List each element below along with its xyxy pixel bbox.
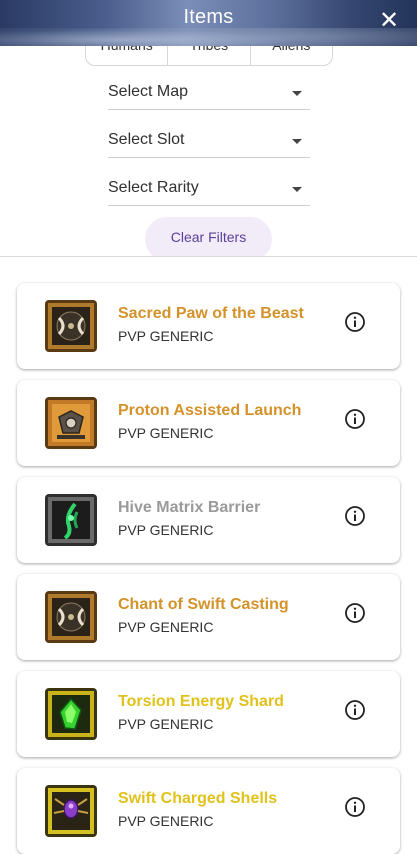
faction-tabs: Humans Tribes Aliens [85, 46, 333, 66]
filter-panel: Humans Tribes Aliens Select Map Select S… [0, 46, 417, 257]
dropdown-caret-icon [292, 187, 302, 192]
item-category: PVP GENERIC [118, 328, 214, 344]
tab-humans[interactable]: Humans [86, 46, 169, 65]
item-name: Chant of Swift Casting [118, 596, 289, 613]
list-item[interactable]: Torsion Energy Shard PVP GENERIC [17, 671, 400, 757]
info-icon[interactable] [344, 311, 366, 333]
item-category: PVP GENERIC [118, 425, 214, 441]
list-item[interactable]: Hive Matrix Barrier PVP GENERIC [17, 477, 400, 563]
cannon-icon [45, 397, 97, 449]
info-icon[interactable] [344, 505, 366, 527]
select-slot-label: Select Slot [108, 131, 185, 148]
close-button[interactable]: ✕ [375, 7, 403, 35]
dropdown-caret-icon [292, 91, 302, 96]
paw-crest-icon [45, 300, 97, 352]
item-name: Proton Assisted Launch [118, 402, 302, 419]
select-rarity-label: Select Rarity [108, 179, 199, 196]
list-item[interactable]: Swift Charged Shells PVP GENERIC [17, 768, 400, 854]
info-icon[interactable] [344, 408, 366, 430]
list-item[interactable]: Sacred Paw of the Beast PVP GENERIC [17, 283, 400, 369]
info-icon[interactable] [344, 699, 366, 721]
item-name: Torsion Energy Shard [118, 693, 284, 710]
app-header: Items ✕ [0, 0, 417, 46]
item-name: Swift Charged Shells [118, 790, 278, 807]
item-name: Hive Matrix Barrier [118, 499, 261, 516]
select-slot-dropdown[interactable]: Select Slot [108, 123, 310, 158]
green-shard-icon [45, 688, 97, 740]
paw-crest-icon [45, 591, 97, 643]
select-map-label: Select Map [108, 83, 189, 100]
item-name: Sacred Paw of the Beast [118, 305, 304, 322]
select-rarity-dropdown[interactable]: Select Rarity [108, 171, 310, 206]
alien-claw-icon [45, 494, 97, 546]
select-map-dropdown[interactable]: Select Map [108, 75, 310, 110]
list-item[interactable]: Chant of Swift Casting PVP GENERIC [17, 574, 400, 660]
dropdown-caret-icon [292, 139, 302, 144]
item-category: PVP GENERIC [118, 813, 214, 829]
info-icon[interactable] [344, 602, 366, 624]
purple-spider-icon [45, 785, 97, 837]
tab-tribes[interactable]: Tribes [168, 46, 251, 65]
tab-aliens[interactable]: Aliens [251, 46, 332, 65]
item-category: PVP GENERIC [118, 619, 214, 635]
page-title: Items [183, 6, 234, 28]
info-icon[interactable] [344, 796, 366, 818]
list-item[interactable]: Proton Assisted Launch PVP GENERIC [17, 380, 400, 466]
item-category: PVP GENERIC [118, 716, 214, 732]
clear-filters-button[interactable]: Clear Filters [145, 217, 272, 256]
item-category: PVP GENERIC [118, 522, 214, 538]
